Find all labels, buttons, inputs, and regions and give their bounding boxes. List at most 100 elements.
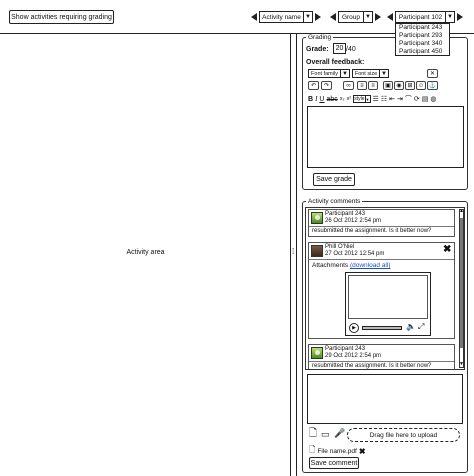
participant-option[interactable]: Participant 450 bbox=[399, 48, 449, 56]
previous-participant-arrow-icon[interactable] bbox=[387, 13, 393, 21]
grading-legend: Grading bbox=[306, 34, 334, 41]
comment-text: resubmitted the assignment. Is it better… bbox=[312, 228, 432, 234]
comment-date: 29 Oct 2012 2:54 pm bbox=[325, 353, 382, 359]
table-icon[interactable]: ⊞ bbox=[405, 81, 415, 90]
new-comment-input[interactable] bbox=[307, 374, 463, 424]
redo-icon[interactable]: ↷ bbox=[321, 81, 332, 90]
attach-file-icon[interactable]: 🗋 bbox=[309, 429, 317, 439]
subscript-icon[interactable]: x₂ bbox=[340, 96, 345, 102]
participant-option[interactable]: Participant 293 bbox=[399, 32, 449, 40]
comment-date: 27 Oct 2012 12:54 pm bbox=[325, 251, 385, 257]
video-frame bbox=[348, 275, 428, 319]
italic-icon[interactable]: I bbox=[315, 95, 317, 103]
video-progress-bar[interactable] bbox=[362, 326, 402, 330]
image-icon[interactable]: ▣ bbox=[383, 81, 393, 90]
grade-input[interactable]: 20 bbox=[333, 43, 346, 54]
unlink-icon[interactable]: ⌒ bbox=[405, 94, 412, 104]
avatar bbox=[311, 245, 323, 257]
splitter-handle-icon: ⁞ bbox=[292, 247, 295, 256]
avatar bbox=[311, 347, 323, 359]
fullscreen-icon[interactable]: ⤢ bbox=[418, 322, 424, 332]
strikethrough-icon[interactable]: abc bbox=[326, 96, 337, 103]
remove-file-icon[interactable]: ✖ bbox=[359, 447, 366, 456]
next-participant-arrow-icon[interactable] bbox=[457, 13, 463, 21]
group-select-value: Group bbox=[341, 13, 361, 21]
file-drop-zone[interactable]: Drag file here to upload bbox=[347, 428, 460, 442]
participant-option[interactable]: Participant 340 bbox=[399, 40, 449, 48]
comment-author: Participant 243 bbox=[325, 346, 366, 352]
undo-icon[interactable]: ↶ bbox=[308, 81, 319, 90]
participant-option[interactable]: Participant 243 bbox=[399, 24, 449, 32]
delete-comment-icon[interactable]: ✖ bbox=[443, 245, 451, 255]
previous-group-arrow-icon[interactable] bbox=[330, 13, 336, 21]
align-center-icon[interactable]: ≡ bbox=[368, 81, 378, 90]
file-icon: 🗋 bbox=[309, 445, 316, 454]
volume-icon[interactable]: 🔈 bbox=[406, 322, 416, 331]
comments-scrollbar[interactable]: ▲ ▼ bbox=[459, 209, 464, 368]
previous-activity-arrow-icon[interactable] bbox=[251, 13, 257, 21]
video-player[interactable]: ▶ 🔈 ⤢ bbox=[345, 272, 431, 336]
spellcheck-icon[interactable]: ◍ bbox=[430, 95, 436, 103]
style-select-value: style bbox=[354, 96, 365, 102]
download-all-link[interactable]: (download all) bbox=[350, 262, 390, 269]
indent-icon[interactable]: ⇥ bbox=[397, 95, 403, 103]
participant-dropdown-list: Participant 243 Participant 293 Particip… bbox=[395, 23, 450, 56]
attachments-row: Attachments (download all) bbox=[312, 262, 390, 269]
avatar bbox=[311, 212, 323, 224]
next-group-arrow-icon[interactable] bbox=[375, 13, 381, 21]
comment-text: resubmitted the assignment. Is it better… bbox=[312, 363, 432, 369]
comment-author: Phill O'Niel bbox=[325, 244, 355, 250]
collapse-toolbar-icon[interactable]: ✕ bbox=[427, 69, 438, 78]
panel-splitter[interactable]: ⁞ bbox=[291, 34, 297, 476]
feedback-editor[interactable] bbox=[307, 106, 464, 168]
comment-divider bbox=[309, 361, 454, 362]
grade-max: /40 bbox=[346, 46, 356, 53]
chevron-down-icon: ▼ bbox=[340, 70, 349, 77]
grading-panel: Grading Grade: 20 /40 Overall feedback: … bbox=[302, 34, 468, 190]
play-button-icon[interactable]: ▶ bbox=[349, 323, 359, 333]
numbered-list-icon[interactable]: ☷ bbox=[381, 95, 387, 103]
emoticon-icon[interactable]: ☺ bbox=[416, 81, 426, 90]
show-activities-requiring-grading-button[interactable]: Show activities requiring grading bbox=[9, 10, 114, 24]
participant-select[interactable]: Participant 102 ▼ bbox=[395, 11, 455, 23]
link-icon[interactable]: ∞ bbox=[343, 81, 354, 90]
activity-select[interactable]: Activity name ▼ bbox=[259, 11, 313, 23]
cleanup-icon[interactable]: ⟳ bbox=[414, 95, 420, 103]
chevron-down-icon: ▼ bbox=[379, 70, 388, 77]
anchor-icon[interactable]: ⚓ bbox=[427, 81, 438, 90]
outdent-icon[interactable]: ⇤ bbox=[389, 95, 395, 103]
comment-item: Participant 243 29 Oct 2012 2:54 pm resu… bbox=[308, 344, 455, 369]
style-select[interactable]: style ▼ bbox=[353, 95, 371, 103]
drop-zone-label: Drag file here to upload bbox=[369, 431, 438, 439]
align-left-icon[interactable]: ≡ bbox=[357, 81, 367, 90]
formatting-toolbar: B I U abc x₂ x² style ▼ ☰ ☷ ⇤ ⇥ ⌒ ⟳ ▤ ◍ bbox=[308, 94, 436, 104]
scroll-thumb[interactable] bbox=[460, 218, 463, 348]
superscript-icon[interactable]: x² bbox=[347, 96, 352, 102]
activity-area-label: Activity area bbox=[126, 249, 165, 256]
bold-icon[interactable]: B bbox=[308, 96, 313, 103]
activity-area: Activity area bbox=[0, 34, 291, 476]
record-audio-icon[interactable]: 🎤 bbox=[334, 429, 345, 438]
font-size-value: Font size bbox=[354, 70, 378, 77]
record-video-icon[interactable]: ▭ bbox=[321, 430, 330, 439]
activity-select-value: Activity name bbox=[262, 13, 301, 21]
save-grade-button[interactable]: Save grade bbox=[313, 173, 355, 186]
font-size-select[interactable]: Font size ▼ bbox=[352, 69, 389, 78]
underline-icon[interactable]: U bbox=[319, 96, 324, 103]
comment-divider bbox=[309, 259, 454, 260]
grade-label: Grade: bbox=[306, 46, 329, 53]
font-family-select[interactable]: Font family ▼ bbox=[308, 69, 350, 78]
overall-feedback-label: Overall feedback: bbox=[306, 59, 365, 66]
comment-item: Phill O'Niel 27 Oct 2012 12:54 pm ✖ Atta… bbox=[308, 242, 455, 339]
scroll-down-icon[interactable]: ▼ bbox=[459, 362, 464, 367]
comment-date: 26 Oct 2012 2:54 pm bbox=[325, 218, 382, 224]
save-comment-button[interactable]: Save comment bbox=[309, 457, 359, 469]
activity-comments-legend: Activity comments bbox=[306, 198, 363, 205]
bullet-list-icon[interactable]: ☰ bbox=[373, 95, 379, 103]
group-select[interactable]: Group ▼ bbox=[338, 11, 373, 23]
next-activity-arrow-icon[interactable] bbox=[315, 13, 321, 21]
scroll-up-icon[interactable]: ▲ bbox=[459, 209, 464, 214]
html-icon[interactable]: ▤ bbox=[422, 95, 429, 103]
chevron-down-icon: ▼ bbox=[363, 12, 372, 22]
media-icon[interactable]: ◉ bbox=[394, 81, 404, 90]
